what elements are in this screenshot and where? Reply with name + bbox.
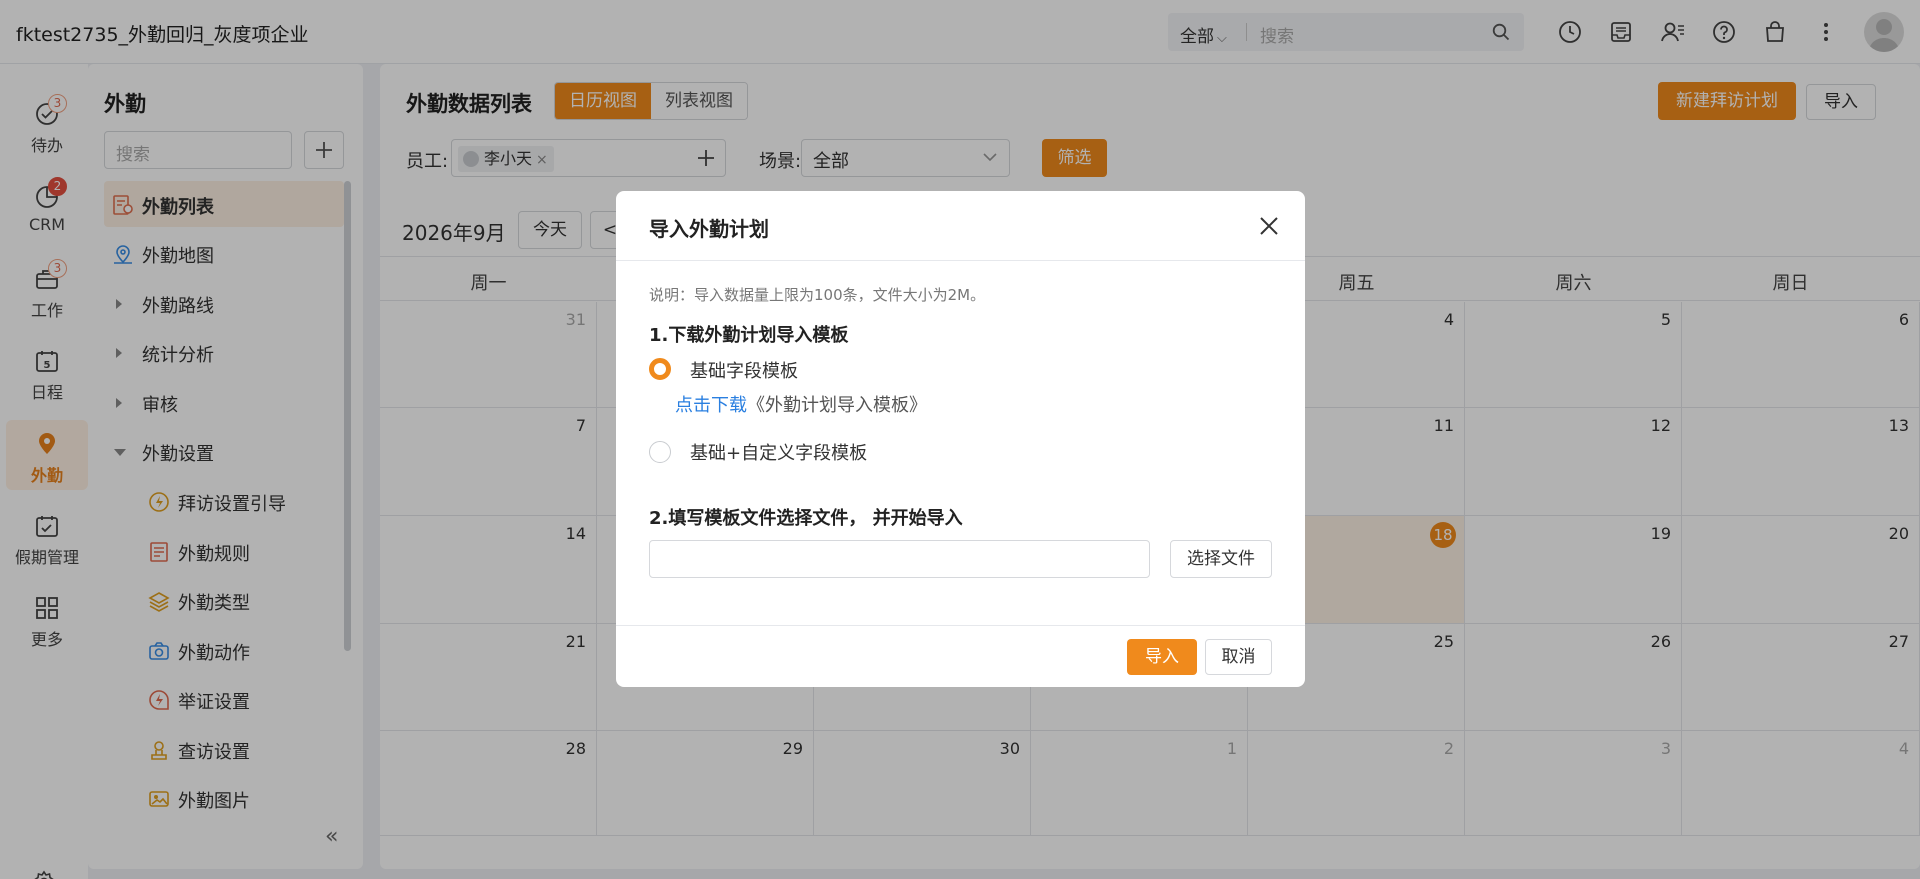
divider — [616, 625, 1305, 626]
import-confirm-button[interactable]: 导入 — [1127, 639, 1197, 675]
step-2-title: 2.填写模板文件选择文件， 并开始导入 — [649, 508, 963, 529]
download-link[interactable]: 点击下载 — [675, 395, 747, 416]
import-plan-dialog: 导入外勤计划 说明：导入数据量上限为100条，文件大小为2M。 1.下载外勤计划… — [616, 191, 1305, 687]
template-name: 《外勤计划导入模板》 — [747, 395, 927, 416]
radio-custom-template[interactable] — [649, 441, 671, 463]
cancel-button[interactable]: 取消 — [1205, 639, 1272, 675]
choose-file-button[interactable]: 选择文件 — [1170, 540, 1272, 578]
radio-label: 基础字段模板 — [690, 361, 798, 382]
divider — [616, 260, 1305, 261]
radio-basic-template[interactable] — [649, 358, 671, 380]
dialog-title: 导入外勤计划 — [649, 217, 769, 241]
download-row: 点击下载《外勤计划导入模板》 — [675, 391, 927, 417]
file-path-input[interactable] — [649, 540, 1150, 578]
close-icon[interactable] — [1258, 215, 1280, 237]
step-1-title: 1.下载外勤计划导入模板 — [649, 325, 849, 346]
import-note: 说明：导入数据量上限为100条，文件大小为2M。 — [649, 286, 986, 304]
radio-label: 基础+自定义字段模板 — [690, 443, 868, 464]
